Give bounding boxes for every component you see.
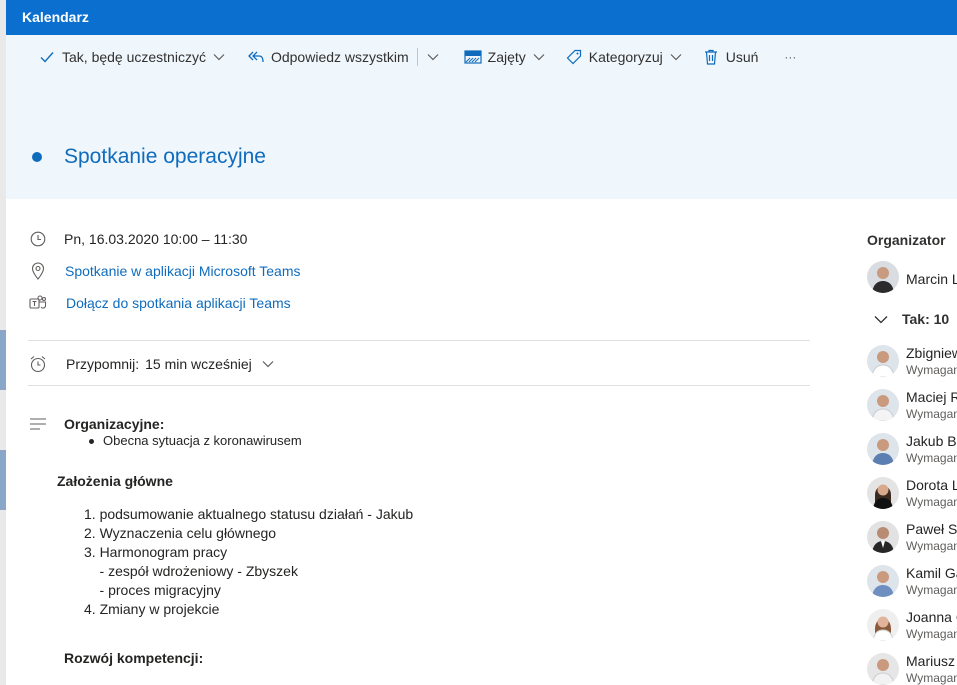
calendar-color-dot [32,152,42,162]
chevron-down-icon[interactable] [426,53,440,61]
reply-all-button[interactable]: Odpowiedz wszystkim [247,41,409,73]
avatar[interactable] [867,389,899,421]
delete-label: Usuń [725,49,759,65]
section-heading-main: Założenia główne [57,473,173,489]
attendee-name[interactable]: Dorota L [906,477,957,493]
section-heading-competence: Rozwój kompetencji: [64,650,204,666]
attendee-role: Wymagan [906,407,957,421]
attendee-role: Wymagan [906,451,957,465]
chevron-down-icon [670,51,682,63]
event-header: Tak, będę uczestniczyć Odpowiedz wszystk… [6,35,957,199]
check-icon [38,48,56,66]
split-divider [416,48,418,66]
attendee-name[interactable]: Maciej R [906,389,957,405]
notes-icon [30,418,46,430]
attendee-name[interactable]: Paweł Sk [906,521,957,537]
event-datetime-row: Pn, 16.03.2020 10:00 – 11:30 [28,229,247,249]
toolbar: Tak, będę uczestniczyć Odpowiedz wszystk… [6,35,796,79]
list-item: - zespół wdrożeniowy - Zbyszek [84,563,298,579]
attendee-name[interactable]: Joanna C [906,609,957,625]
divider [28,340,810,341]
tag-icon [565,48,583,66]
event-location-row: Spotkanie w aplikacji Microsoft Teams [28,261,301,281]
attendee-role: Wymagan [906,363,957,377]
teams-icon [28,293,48,313]
busy-label: Zajęty [487,49,526,65]
window-titlebar: Kalendarz [6,0,957,35]
chevron-down-icon[interactable] [213,51,225,63]
more-options-button[interactable]: ··· [784,41,796,73]
avatar[interactable] [867,521,899,553]
categorize-label: Kategoryzuj [588,49,663,65]
accept-button[interactable]: Tak, będę uczestniczyć [38,41,225,73]
teams-join-link[interactable]: Dołącz do spotkania aplikacji Teams [66,295,291,311]
location-pin-icon [28,261,48,281]
accepted-count: Tak: 10 [902,311,950,327]
divider [28,385,810,386]
categorize-button[interactable]: Kategoryzuj [565,41,682,73]
background-window-fragment [0,330,6,390]
reminder-label: Przypomnij: [66,356,140,372]
busy-button[interactable]: Zajęty [464,41,545,73]
avatar[interactable] [867,433,899,465]
avatar[interactable] [867,261,899,293]
bullet-item: Obecna sytuacja z koronawirusem [89,433,302,448]
list-item: 2. Wyznaczenia celu głównego [84,525,277,541]
list-item: 4. Zmiany w projekcie [84,601,220,617]
list-item: 3. Harmonogram pracy [84,544,228,560]
list-item: 1. podsumowanie aktualnego statusu dział… [84,506,414,522]
attendees-pane: Organizator Marcin L Tak: 10 Zbigniew Wy… [860,199,957,685]
section-heading-organizational: Organizacyjne: [64,416,165,432]
background-window-fragment [0,450,6,510]
reply-all-icon [247,48,265,66]
list-item: - proces migracyjny [84,582,221,598]
avatar[interactable] [867,653,899,685]
avatar[interactable] [867,345,899,377]
trash-icon [702,48,720,66]
more-icon: ··· [784,50,797,64]
accept-label: Tak, będę uczestniczyć [62,49,206,65]
delete-button[interactable]: Usuń [702,41,759,73]
attendee-name[interactable]: Mariusz [906,653,955,669]
clock-icon [28,229,48,249]
attendee-name[interactable]: Kamil Ga [906,565,957,581]
window-title: Kalendarz [22,9,89,25]
attendee-role: Wymagan [906,495,957,509]
busy-status-icon [464,48,482,66]
attendee-role: Wymagan [906,583,957,597]
event-location[interactable]: Spotkanie w aplikacji Microsoft Teams [65,263,301,279]
reply-all-label: Odpowiedz wszystkim [270,49,409,65]
chevron-down-icon [533,51,545,63]
attendee-name[interactable]: Jakub Bi [906,433,957,449]
attendee-name[interactable]: Zbigniew [906,345,957,361]
attendee-role: Wymagan [906,671,957,685]
bullet-dot [89,439,94,445]
organizer-label: Organizator [867,232,946,248]
organizer-name[interactable]: Marcin L [906,271,957,287]
avatar[interactable] [867,477,899,509]
accepted-group-toggle[interactable]: Tak: 10 [874,311,949,327]
alarm-clock-icon [28,354,48,374]
reminder-dropdown[interactable]: 15 min wcześniej [145,356,252,372]
chevron-down-icon [874,315,888,324]
event-title: Spotkanie operacyjne [64,145,266,168]
avatar[interactable] [867,565,899,597]
chevron-down-icon[interactable] [262,360,274,368]
avatar[interactable] [867,609,899,641]
reminder-row: Przypomnij: 15 min wcześniej [28,354,274,374]
event-datetime: Pn, 16.03.2020 10:00 – 11:30 [64,231,248,247]
attendee-role: Wymagan [906,627,957,641]
attendee-role: Wymagan [906,539,957,553]
bullet-text: Obecna sytuacja z koronawirusem [103,433,302,448]
teams-join-row: Dołącz do spotkania aplikacji Teams [28,293,291,313]
